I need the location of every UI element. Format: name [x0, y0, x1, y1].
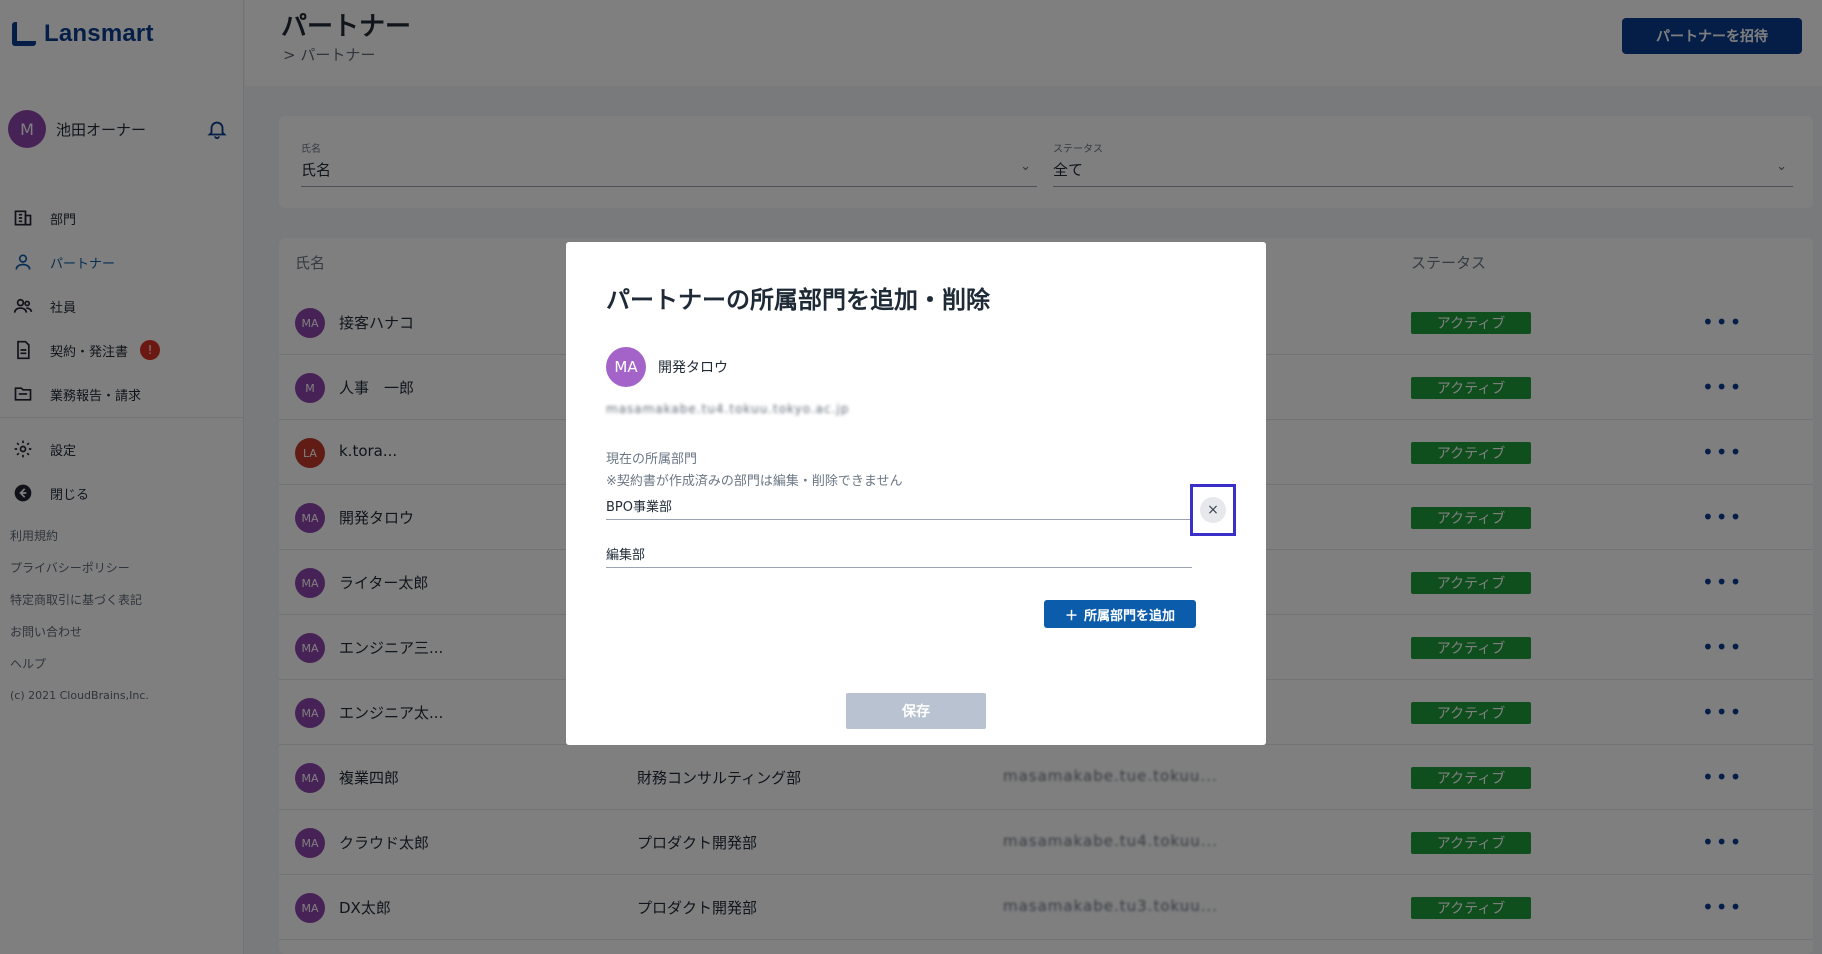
remove-highlight: ×: [1190, 484, 1236, 536]
edit-restriction-note: ※契約書が作成済みの部門は編集・削除できません: [606, 474, 903, 489]
close-icon[interactable]: ×: [1200, 497, 1226, 523]
add-department-button[interactable]: ＋ 所属部門を追加: [1044, 600, 1196, 628]
avatar: MA: [606, 347, 646, 387]
current-departments-label: 現在の所属部門: [606, 452, 698, 467]
department-field[interactable]: BPO事業部: [606, 490, 1192, 520]
edit-departments-dialog: パートナーの所属部門を追加・削除 MA 開発タロウ masamakabe.tu4…: [566, 242, 1266, 745]
plus-icon: ＋: [1064, 608, 1078, 624]
dialog-title: パートナーの所属部門を追加・削除: [606, 286, 990, 314]
dialog-user-name: 開発タロウ: [658, 360, 728, 376]
department-field[interactable]: 編集部: [606, 538, 1192, 568]
dialog-user-email: masamakabe.tu4.tokuu.tokyo.ac.jp: [606, 402, 850, 416]
dialog-user: MA 開発タロウ: [606, 347, 728, 387]
save-button[interactable]: 保存: [846, 693, 986, 729]
add-department-label: 所属部門を追加: [1084, 608, 1176, 624]
app-root: Lansmart M 池田オーナー 部門 パートナー 社員 契約・発注書: [0, 0, 1822, 954]
